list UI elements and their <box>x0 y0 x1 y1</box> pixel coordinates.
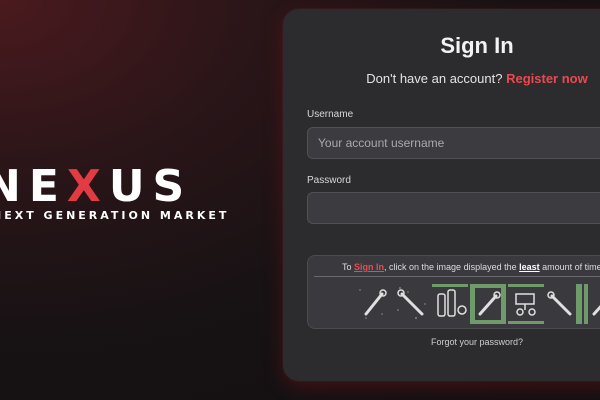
password-label: Password <box>307 175 351 186</box>
captcha-tile-wrench-icon[interactable] <box>546 284 582 324</box>
signin-card: Sign In Don't have an account? Register … <box>283 9 600 381</box>
username-label: Username <box>307 109 354 120</box>
captcha-tile-wrench-icon[interactable] <box>394 284 430 324</box>
username-input[interactable] <box>307 127 600 159</box>
captcha-image-strip <box>356 284 600 324</box>
captcha-tile-machine-icon[interactable] <box>508 284 544 324</box>
captcha-instruction: To Sign In, click on the image displayed… <box>342 262 600 272</box>
captcha-suffix: amount of time <box>542 262 600 272</box>
logo-wordmark: NEXUS <box>0 165 192 209</box>
captcha-tile-wrench-icon[interactable] <box>356 284 392 324</box>
no-account-text: Don't have an account? <box>366 71 503 86</box>
captcha-middle: , click on the image displayed the <box>384 262 517 272</box>
captcha-signin-link[interactable]: Sign In <box>354 262 384 272</box>
register-link[interactable]: Register now <box>506 71 588 86</box>
captcha-divider <box>314 276 600 277</box>
signin-title: Sign In <box>440 33 514 58</box>
captcha-tile-bottles-icon[interactable] <box>432 284 468 324</box>
captcha-tile-wrench-icon[interactable] <box>584 284 600 324</box>
captcha-box: To Sign In, click on the image displayed… <box>307 255 600 329</box>
password-input[interactable] <box>307 192 600 224</box>
register-prompt: Don't have an account? Register now <box>283 71 600 86</box>
logo-letters-us: US <box>108 161 193 212</box>
captcha-emphasis: least <box>519 262 540 272</box>
logo-letter-x: X <box>66 161 109 212</box>
logo-tagline: NEXT GENERATION MARKET <box>0 209 230 222</box>
logo-letter-e: E <box>28 161 67 212</box>
nexus-logo: NEXUS NEXT GENERATION MARKET <box>0 165 280 235</box>
logo-letter-n: N <box>0 161 29 212</box>
forgot-password-link[interactable]: Forgot your password? <box>283 337 600 347</box>
captcha-prefix: To <box>342 262 352 272</box>
captcha-tile-wrench-icon[interactable] <box>470 284 506 324</box>
